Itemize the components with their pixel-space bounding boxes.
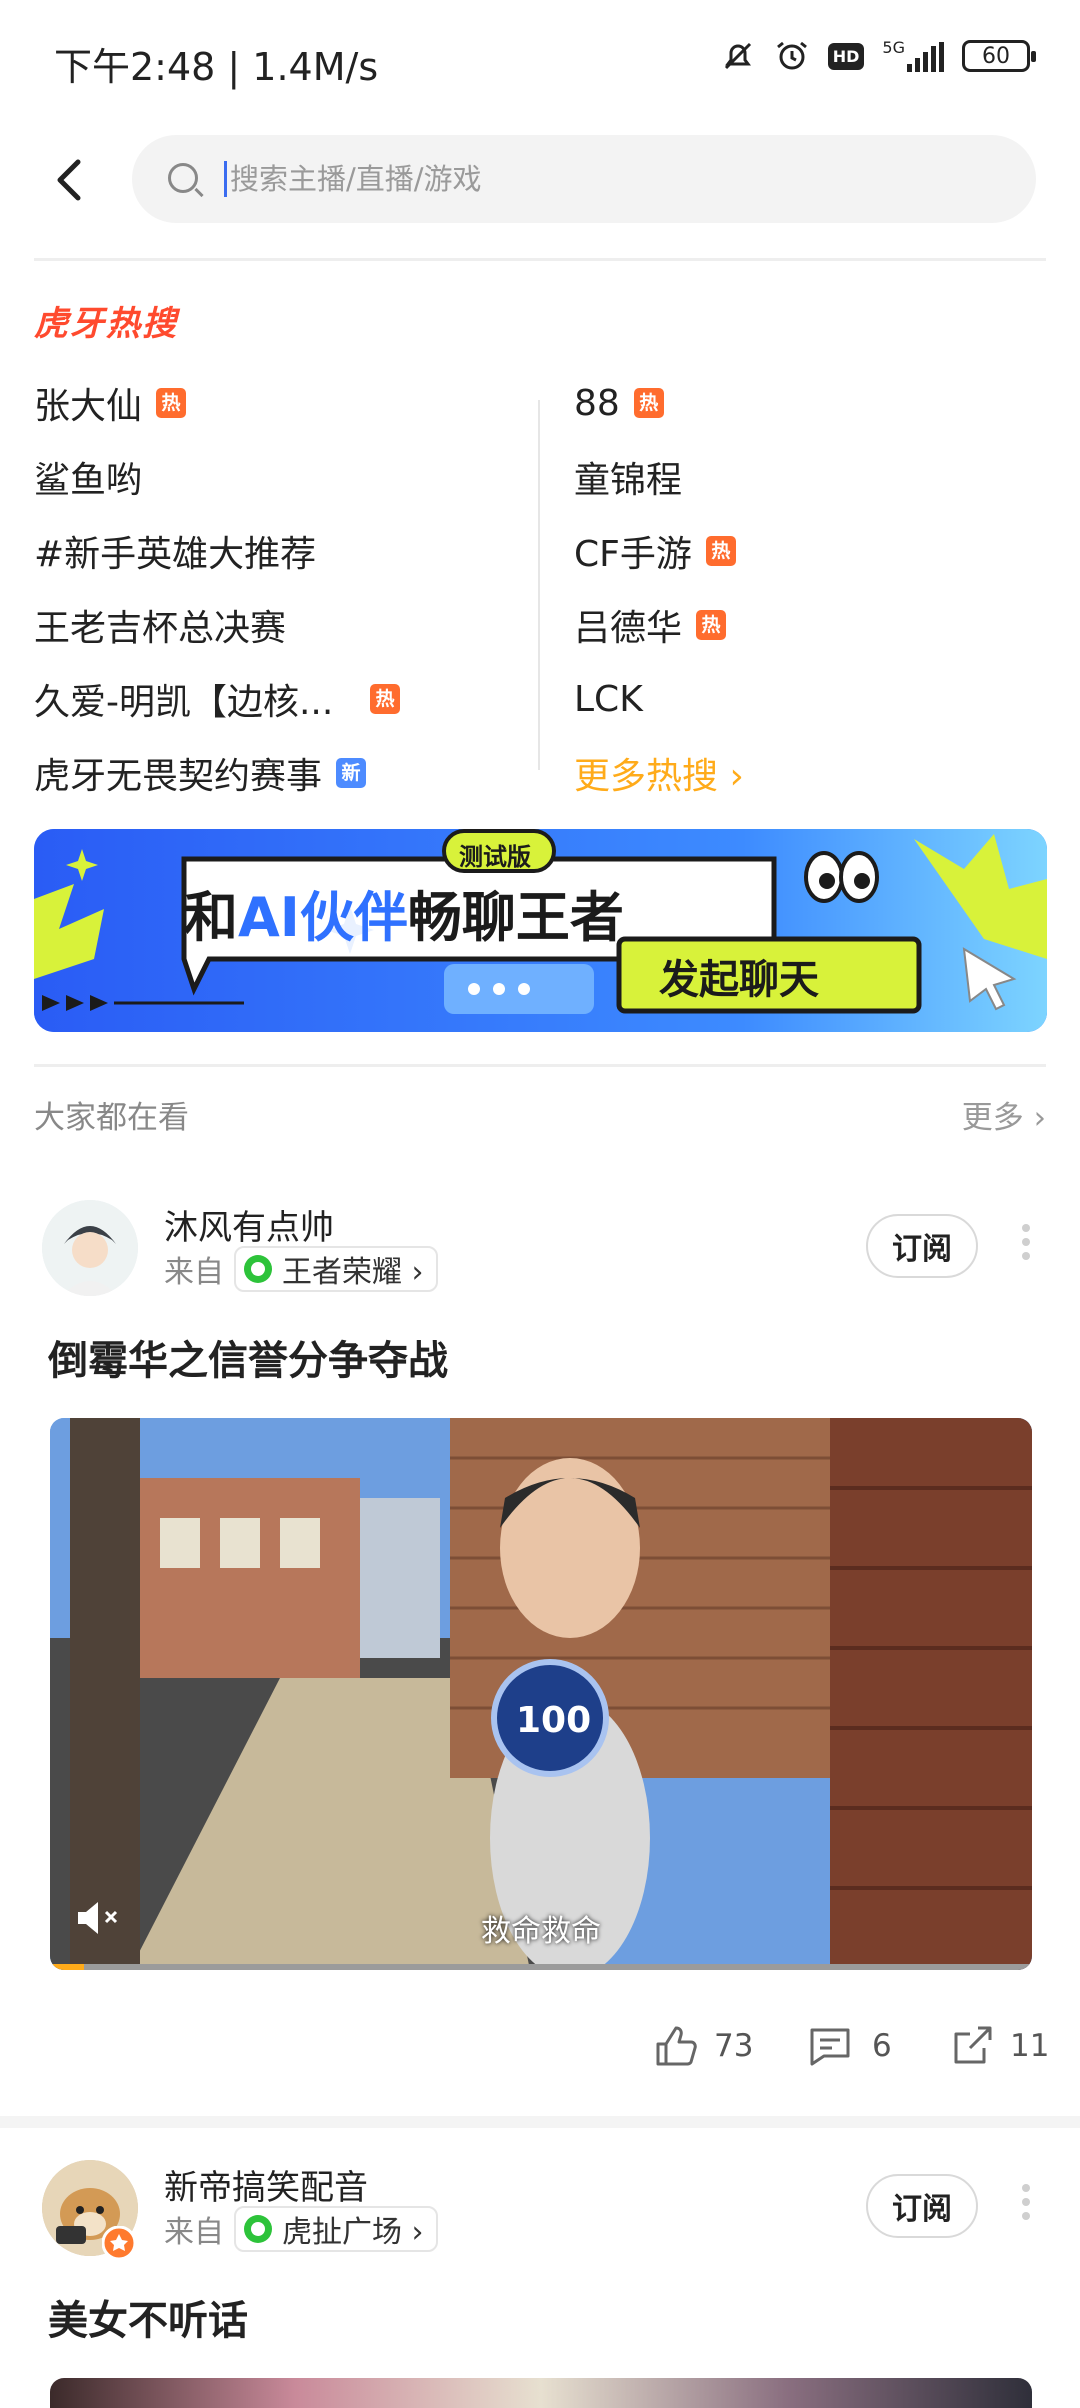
video-score-badge: 100 <box>516 1700 592 1741</box>
comment-icon <box>810 2028 850 2066</box>
hot-search-left-column: 张大仙热 鲨鱼哟 #新手英雄大推荐 王老吉杯总决赛 久爱-明凯【边核... 热 虎… <box>34 366 400 810</box>
hot-search-item[interactable]: 张大仙热 <box>34 366 400 440</box>
share-count: 11 <box>1010 2028 1050 2064</box>
back-arrow-icon[interactable] <box>40 150 100 210</box>
header-divider <box>34 258 1046 261</box>
hot-search-item[interactable]: 久爱-明凯【边核... 热 <box>34 662 400 736</box>
banner-headline-prefix: 和 <box>184 886 238 949</box>
hot-search-item[interactable]: 王老吉杯总决赛 <box>34 588 400 662</box>
video-caption: 救命救命 <box>481 1914 601 1949</box>
hot-search-item-text: 鲨鱼哟 <box>34 460 143 501</box>
banner-headline-suffix: 畅聊王者 <box>407 886 624 949</box>
hot-search-item-text: 88 <box>574 382 620 424</box>
hot-search-item[interactable]: 88 热 <box>574 366 744 440</box>
hot-search-item-text: 虎牙无畏契约赛事 <box>34 756 323 797</box>
post-title[interactable]: 倒霉华之信誉分争夺战 <box>48 1328 448 1386</box>
video-thumbnail[interactable] <box>50 2378 1032 2408</box>
more-hot-search-link[interactable]: 更多热搜 › <box>574 736 744 810</box>
banner-divider <box>34 1064 1046 1067</box>
hot-tag: 热 <box>705 536 736 566</box>
hot-search-item-text: CF手游 <box>574 534 692 575</box>
hot-tag: 热 <box>633 388 664 418</box>
hot-search-item-text: 久爱-明凯【边核... <box>34 682 334 723</box>
share-button[interactable]: 11 <box>948 2022 1049 2070</box>
hot-search-item-text: 童锦程 <box>574 460 683 501</box>
thumbs-up-icon <box>656 2026 697 2066</box>
like-count: 73 <box>714 2028 754 2064</box>
banner-badge: 测试版 <box>459 843 531 871</box>
hot-search-item-text: 张大仙 <box>34 386 143 427</box>
hot-tag: 热 <box>156 388 187 418</box>
like-button[interactable]: 73 <box>652 2022 753 2070</box>
battery-icon: 60 <box>962 40 1036 72</box>
hot-search-item[interactable]: CF手游热 <box>574 514 744 588</box>
avatar[interactable] <box>42 1200 138 1296</box>
mute-bell-icon <box>724 42 751 70</box>
search-header <box>0 130 1080 230</box>
hot-search-item[interactable]: 童锦程 <box>574 440 744 514</box>
hot-search-item[interactable]: 虎牙无畏契约赛事新 <box>34 736 400 810</box>
banner-headline-ai: AI伙伴 <box>238 886 408 949</box>
hot-search-column-divider <box>538 400 540 770</box>
hot-search-item[interactable]: LCK <box>574 662 744 736</box>
more-options-icon[interactable] <box>1022 1218 1034 1266</box>
post-source: 来自 虎扯广场 › <box>164 2206 438 2252</box>
network-label: 5G <box>882 38 905 57</box>
hd-icon: HD <box>827 42 865 70</box>
feed-post: 新帝搞笑配音 来自 虎扯广场 › 订阅 美女不听话 <box>0 2150 1080 2408</box>
hot-search-right-column: 88 热 童锦程 CF手游热 吕德华热 LCK 更多热搜 › <box>574 366 744 810</box>
channel-name: 虎扯广场 › <box>282 2215 424 2250</box>
from-label: 来自 <box>164 1255 224 1290</box>
post-separator <box>0 2116 1080 2128</box>
post-title[interactable]: 美女不听话 <box>48 2288 248 2346</box>
trending-section-header: 大家都在看 更多 › <box>34 1082 1046 1142</box>
section-title: 大家都在看 <box>34 1100 189 1136</box>
hot-search-item-text: LCK <box>574 678 643 720</box>
status-time: 下午2:48 | 1.4M/s <box>54 45 379 89</box>
comment-count: 6 <box>872 2028 892 2064</box>
signal-icon: 5G <box>882 40 944 72</box>
comment-button[interactable]: 6 <box>806 2022 892 2070</box>
search-icon <box>168 163 198 193</box>
hot-tag: 热 <box>696 610 727 640</box>
ai-chat-banner[interactable]: 测试版 和AI伙伴畅聊王者 发起聊天 <box>34 829 1047 1032</box>
search-input[interactable] <box>230 153 990 205</box>
video-frame <box>50 1418 1032 1970</box>
section-more-link[interactable]: 更多 › <box>962 1092 1046 1137</box>
share-icon <box>954 2026 992 2064</box>
mute-icon[interactable] <box>74 1898 126 1938</box>
status-icons: HD 5G 60 <box>720 38 1036 74</box>
hot-search-title: 虎牙热搜 <box>34 304 178 344</box>
post-source: 来自 王者荣耀 › <box>164 1246 438 1292</box>
verified-badge-icon <box>102 2226 136 2260</box>
channel-icon <box>244 1255 272 1283</box>
hot-search-item-text: 吕德华 <box>574 608 683 649</box>
video-player[interactable]: 100 救命救命 <box>50 1418 1032 1970</box>
new-tag: 新 <box>336 758 367 788</box>
channel-icon <box>244 2215 272 2243</box>
channel-chip[interactable]: 虎扯广场 › <box>234 2206 438 2252</box>
hot-search-item[interactable]: 吕德华热 <box>574 588 744 662</box>
channel-name: 王者荣耀 › <box>282 1255 424 1290</box>
battery-level: 60 <box>982 43 1010 69</box>
more-options-icon[interactable] <box>1022 2178 1034 2226</box>
search-bar[interactable] <box>132 135 1036 223</box>
hot-search-item[interactable]: 鲨鱼哟 <box>34 440 400 514</box>
alarm-icon <box>776 41 807 70</box>
author-name[interactable]: 沐风有点帅 <box>164 1200 334 1249</box>
text-cursor <box>224 161 227 197</box>
hot-tag: 热 <box>370 684 400 714</box>
hot-search-item-text: #新手英雄大推荐 <box>34 534 317 575</box>
subscribe-button[interactable]: 订阅 <box>866 2174 978 2238</box>
subscribe-button[interactable]: 订阅 <box>866 1214 978 1278</box>
hot-search-item-text: 王老吉杯总决赛 <box>34 608 287 649</box>
banner-cta-button[interactable]: 发起聊天 <box>659 947 819 1005</box>
status-bar: 下午2:48 | 1.4M/s HD 5G 60 <box>0 0 1080 120</box>
from-label: 来自 <box>164 2215 224 2250</box>
author-name[interactable]: 新帝搞笑配音 <box>164 2160 368 2209</box>
hot-search-item[interactable]: #新手英雄大推荐 <box>34 514 400 588</box>
banner-headline: 和AI伙伴畅聊王者 <box>184 873 624 952</box>
channel-chip[interactable]: 王者荣耀 › <box>234 1246 438 1292</box>
